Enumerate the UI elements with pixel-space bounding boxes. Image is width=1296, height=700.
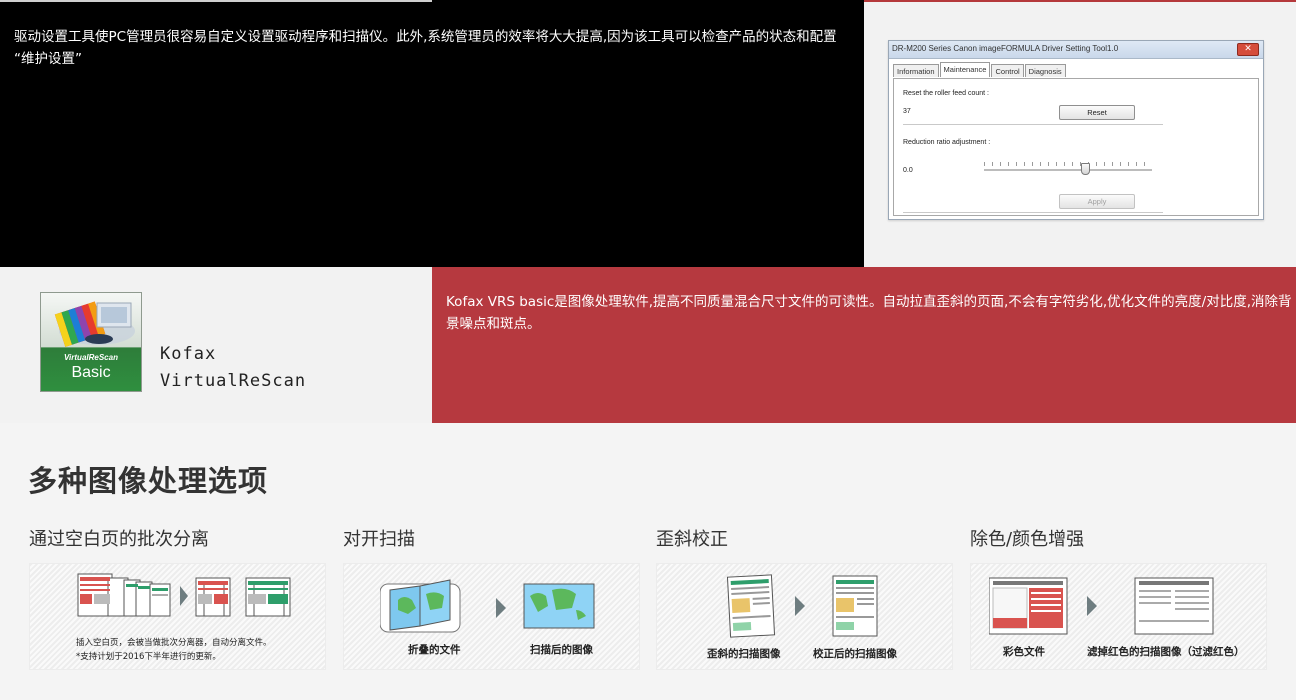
reset-button[interactable]: Reset <box>1059 105 1135 120</box>
window-titlebar: DR-M200 Series Canon imageFORMULA Driver… <box>889 41 1263 59</box>
apply-button[interactable]: Apply <box>1059 194 1135 209</box>
feature-caption: 插入空白页，会被当做批次分离器，自动分离文件。 <box>76 638 272 648</box>
color-dropout-illustration <box>989 577 1214 635</box>
tab-control[interactable]: Control <box>991 64 1024 77</box>
slider-ticks <box>984 162 1152 166</box>
slider-thumb[interactable] <box>1080 163 1090 175</box>
feature-caption: *支持计划于2016下半年进行的更新。 <box>76 652 221 662</box>
feature-caption: 扫描后的图像 <box>530 644 593 656</box>
feature-deskew: 歪斜校正 歪斜的扫描图像 校正后的扫描图像 <box>656 528 953 670</box>
virtualrescan-basic-logo: VirtualReScan Basic <box>40 292 142 392</box>
roller-count-value: 37 <box>903 108 911 115</box>
tab-bar: Information Maintenance Control Diagnosi… <box>893 62 1067 78</box>
feature-caption: 折叠的文件 <box>408 644 461 656</box>
feature-caption: 歪斜的扫描图像 <box>707 648 781 660</box>
feature-card: 歪斜的扫描图像 校正后的扫描图像 <box>656 563 953 670</box>
folio-scan-illustration <box>380 579 595 633</box>
feature-title: 对开扫描 <box>343 529 415 550</box>
top-band: 驱动设置工具使PC管理员很容易自定义设置驱动程序和扫描仪。此外,系统管理员的效率… <box>0 0 1296 267</box>
reduction-ratio-slider[interactable] <box>984 169 1152 171</box>
feature-batch-separation: 通过空白页的批次分离 插入空白页，会被当做批次分离器，自动分离文件。 *支持计划… <box>29 528 326 670</box>
reduction-ratio-label: Reduction ratio adjustment : <box>903 139 991 146</box>
feature-title: 除色/颜色增强 <box>970 529 1085 550</box>
feature-caption: 校正后的扫描图像 <box>813 648 897 660</box>
batch-separation-illustration <box>77 573 291 617</box>
accent-line <box>0 0 432 2</box>
feature-card: 插入空白页，会被当做批次分离器，自动分离文件。 *支持计划于2016下半年进行的… <box>29 563 326 670</box>
kofax-name-line1: Kofax <box>160 344 217 364</box>
kofax-product-name: Kofax VirtualReScan <box>160 341 306 395</box>
driver-tool-description: 驱动设置工具使PC管理员很容易自定义设置驱动程序和扫描仪。此外,系统管理员的效率… <box>14 29 837 67</box>
feature-card: 彩色文件 滤掉红色的扫描图像（过滤红色） <box>970 563 1267 670</box>
tab-information[interactable]: Information <box>893 64 939 77</box>
window-title: DR-M200 Series Canon imageFORMULA Driver… <box>892 44 1119 53</box>
driver-tool-description-panel: 驱动设置工具使PC管理员很容易自定义设置驱动程序和扫描仪。此外,系统管理员的效率… <box>0 0 864 267</box>
feature-title: 通过空白页的批次分离 <box>29 529 209 550</box>
section-title: 多种图像处理选项 <box>28 464 269 498</box>
accent-line <box>864 0 1296 2</box>
roller-count-label: Reset the roller feed count : <box>903 90 989 97</box>
middle-band: VirtualReScan Basic Kofax VirtualReScan … <box>0 267 1296 423</box>
kofax-name-line2: VirtualReScan <box>160 371 307 391</box>
feature-title: 歪斜校正 <box>656 529 728 550</box>
close-icon[interactable]: ✕ <box>1237 43 1259 56</box>
feature-card: 折叠的文件 扫描后的图像 <box>343 563 640 670</box>
feature-color-dropout: 除色/颜色增强 彩色文件 滤掉红色的扫描图像（过滤红色） <box>970 528 1267 670</box>
driver-setting-tool-window: DR-M200 Series Canon imageFORMULA Driver… <box>888 40 1264 220</box>
tab-diagnosis[interactable]: Diagnosis <box>1024 64 1066 77</box>
driver-tool-screenshot-panel: DR-M200 Series Canon imageFORMULA Driver… <box>864 0 1296 267</box>
kofax-description: Kofax VRS basic是图像处理软件,提高不同质量混合尺寸文件的可读性。… <box>446 294 1292 332</box>
divider <box>903 212 1163 213</box>
maintenance-tab-panel: Reset the roller feed count : 37 Reset R… <box>893 78 1259 216</box>
logo-basic-text: Basic <box>71 364 111 381</box>
color-cards-graphic <box>54 301 135 347</box>
kofax-description-panel: Kofax VRS basic是图像处理软件,提高不同质量混合尺寸文件的可读性。… <box>432 267 1296 423</box>
logo-virtualrescan-text: VirtualReScan <box>64 353 118 362</box>
tab-maintenance[interactable]: Maintenance <box>939 62 991 77</box>
kofax-logo-panel: VirtualReScan Basic Kofax VirtualReScan <box>0 267 432 423</box>
feature-caption: 滤掉红色的扫描图像（过滤红色） <box>1087 646 1245 658</box>
feature-caption: 彩色文件 <box>1003 646 1045 658</box>
feature-folio-scanning: 对开扫描 折叠的文件 扫描后的图像 <box>343 528 640 670</box>
divider <box>903 124 1163 125</box>
deskew-illustration <box>726 574 878 638</box>
reduction-ratio-value: 0.0 <box>903 167 913 174</box>
